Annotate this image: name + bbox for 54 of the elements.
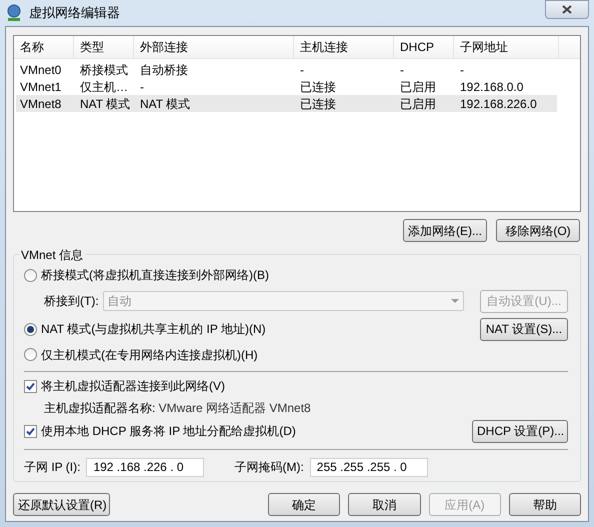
button[interactable]: 移除网络(O) (496, 219, 580, 242)
close-button[interactable] (545, 0, 589, 19)
table-cell-text: NAT 模式 (139, 96, 192, 112)
table-cell-text: 已启用 (399, 78, 437, 96)
table-row[interactable]: VMnet0 桥接模式 自动桥接 - - - (16, 61, 557, 78)
table-cell-text: 自动桥接 (139, 62, 189, 78)
table-cell-text: 仅主机… (79, 78, 129, 96)
field-label: 桥接到(T): (44, 293, 99, 310)
table-cell-text: 192.168.0.0 (459, 78, 524, 96)
table-cell-text: VMnet8 (19, 96, 62, 112)
table-cell-text: 192.168.226.0 (459, 96, 538, 112)
table-cell-text: VMnet0 (19, 62, 62, 78)
button[interactable]: 帮助 (508, 493, 581, 516)
column-header[interactable]: 子网地址 (454, 36, 559, 58)
ip-field[interactable]: 192 .168 .226 . 0 (86, 458, 204, 476)
radio-option[interactable]: NAT 模式(与虚拟机共享主机的 IP 地址)(N) (24, 320, 266, 338)
table-cell-text: - (399, 62, 405, 78)
mask-field[interactable]: 255 .255 .255 . 0 (310, 458, 428, 476)
table-cell-text: - (139, 78, 145, 96)
table-cell-text: - (299, 62, 305, 78)
button[interactable]: 取消 (348, 493, 420, 516)
button[interactable]: 添加网络(E)... (403, 219, 487, 242)
radio-option[interactable]: 仅主机模式(在专用网络内连接虚拟机)(H) (24, 346, 258, 364)
table-cell-text: VMnet1 (19, 78, 62, 96)
column-header[interactable]: 名称 (14, 36, 74, 58)
table-cell-text: 桥接模式 (79, 62, 129, 78)
field-label: 子网掩码(M): (234, 459, 304, 476)
column-header[interactable]: 外部连接 (134, 36, 294, 58)
close-icon (562, 5, 572, 14)
button[interactable]: DHCP 设置(P)... (472, 420, 568, 442)
button[interactable]: 确定 (268, 493, 340, 516)
group-title: VMnet 信息 (19, 246, 86, 264)
table-cell-text: - (459, 62, 465, 78)
field-label: 子网 IP (I): (24, 459, 80, 476)
checkmark-icon (26, 382, 35, 390)
checkbox-option[interactable]: 使用本地 DHCP 服务将 IP 地址分配给虚拟机(D) (24, 422, 296, 440)
window-title: 虚拟网络编辑器 (29, 4, 120, 22)
column-header[interactable]: 类型 (74, 36, 134, 58)
button[interactable]: 还原默认设置(R) (13, 493, 110, 516)
column-header[interactable]: DHCP (394, 36, 454, 58)
network-globe-icon (5, 4, 23, 22)
table-cell-text: 已连接 (299, 96, 337, 112)
column-header[interactable]: 主机连接 (294, 36, 394, 58)
table-row[interactable]: VMnet8 NAT 模式 NAT 模式 已连接 已启用 192.168.226.0 (16, 95, 557, 112)
radio-option[interactable]: 桥接模式(将虚拟机直接连接到外部网络)(B) (24, 266, 269, 284)
checkmark-icon (26, 426, 35, 436)
table-cell-text: NAT 模式 (79, 96, 132, 112)
adapter-name: 主机虚拟适配器名称: VMware 网络适配器 VMnet8 (43, 400, 311, 417)
button[interactable]: NAT 设置(S)... (480, 318, 568, 340)
table-cell-text: 已连接 (299, 78, 337, 96)
checkbox-option[interactable]: 将主机虚拟适配器连接到此网络(V) (24, 377, 225, 395)
caret-icon (451, 299, 459, 303)
table-cell-text: 已启用 (399, 96, 437, 112)
table-row[interactable]: VMnet1 仅主机… - 已连接 已启用 192.168.0.0 (16, 78, 557, 95)
